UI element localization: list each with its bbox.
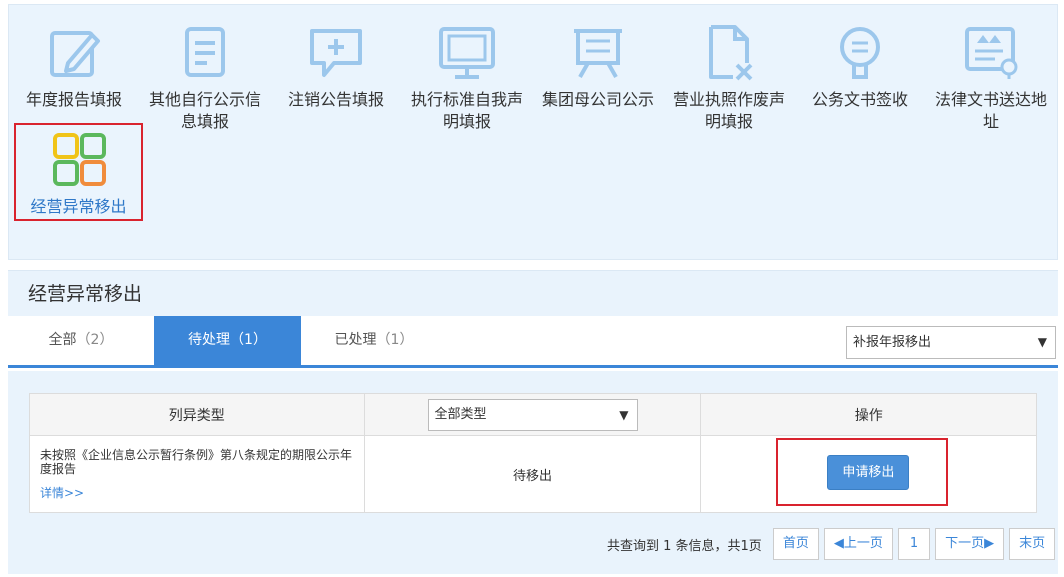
service-label: 执行标准自我声 明填报 [410, 90, 523, 131]
abnormal-list-table: 列异类型 全部类型 ▼ 操作 未按照《企业信息公示暂行条例》第八条规定的期限公示… [29, 393, 1037, 513]
service-cancellation-notice[interactable]: 注销公告填报 [271, 5, 401, 123]
first-page-button[interactable]: 首页 [772, 528, 819, 560]
page-number-button[interactable]: 1 [897, 528, 931, 560]
tab-count: （1） [230, 332, 267, 348]
dropdown-arrow-icon: ▼ [1037, 335, 1047, 349]
service-license-void-declaration[interactable]: 营业执照作废声 明填报 [664, 5, 794, 131]
tab-pending[interactable]: 待处理（1） [154, 316, 301, 365]
action-cell: 申请移出 [700, 435, 1037, 513]
service-label: 法律文书送达地 址 [934, 90, 1047, 131]
header-type: 列异类型 [29, 393, 365, 436]
monitor-icon [439, 27, 495, 79]
last-page-button[interactable]: 末页 [1009, 528, 1056, 560]
table-row: 未按照《企业信息公示暂行条例》第八条规定的期限公示年度报告 详情>> 待移出 申… [29, 435, 1037, 513]
tab-count: （2） [76, 332, 114, 348]
header-type-filter: 全部类型 ▼ [363, 393, 702, 436]
service-abnormal-removal[interactable]: 经营异常移出 [14, 123, 143, 221]
reason-text: 未按照《企业信息公示暂行条例》第八条规定的期限公示年度报告 [40, 448, 353, 476]
service-annual-report[interactable]: 年度报告填报 [9, 5, 139, 123]
tab-all[interactable]: 全部（2） [8, 316, 154, 365]
service-label: 经营异常移出 [30, 197, 127, 216]
service-label: 注销公告填报 [287, 90, 384, 109]
detail-link[interactable]: 详情>> [40, 486, 354, 500]
service-label: 其他自行公示信 息填报 [148, 90, 261, 131]
table-header-row: 列异类型 全部类型 ▼ 操作 [29, 393, 1037, 436]
chat-plus-icon [310, 29, 362, 77]
address-card-icon [965, 27, 1018, 79]
type-filter-select[interactable]: 全部类型 ▼ [427, 398, 638, 431]
service-document-receipt[interactable]: 公务文书签收 [795, 5, 925, 123]
service-other-disclosure[interactable]: 其他自行公示信 息填报 [140, 5, 270, 131]
easel-board-icon [574, 29, 622, 78]
service-standard-declaration[interactable]: 执行标准自我声 明填报 [402, 5, 532, 131]
removal-reason-select[interactable]: 补报年报移出 ▼ [846, 326, 1056, 359]
badge-icon [840, 27, 880, 79]
header-action: 操作 [700, 393, 1037, 436]
service-panel: 年度报告填报 其他自行公示信 息填报 注销公告填报 执行标准自我声 明填报 集团… [8, 4, 1058, 260]
tab-label: 全部 [48, 332, 77, 348]
select-value: 全部类型 [434, 406, 487, 422]
reason-cell: 未按照《企业信息公示暂行条例》第八条规定的期限公示年度报告 详情>> [29, 435, 365, 513]
service-group-parent-disclosure[interactable]: 集团母公司公示 [533, 5, 663, 123]
document-icon [185, 27, 225, 77]
apply-removal-button[interactable]: 申请移出 [827, 455, 910, 490]
select-value: 补报年报移出 [853, 335, 932, 350]
service-label: 集团母公司公示 [541, 90, 654, 109]
section-title: 经营异常移出 [8, 270, 1058, 316]
pagination: 共查询到 1 条信息，共1页 首页 ◀上一页 1 下一页▶ 末页 [607, 528, 1056, 560]
status-cell: 待移出 [363, 435, 702, 513]
prev-page-button[interactable]: ◀上一页 [823, 528, 893, 560]
service-label: 年度报告填报 [25, 90, 122, 109]
dropdown-arrow-icon: ▼ [619, 407, 629, 422]
file-cancel-icon [709, 25, 753, 81]
next-page-button[interactable]: 下一页▶ [935, 528, 1005, 560]
four-squares-icon [52, 133, 106, 186]
tab-processed[interactable]: 已处理（1） [301, 316, 447, 365]
service-label: 营业执照作废声 明填报 [672, 90, 785, 131]
tab-count: （1） [376, 332, 414, 348]
tab-label: 已处理 [334, 332, 377, 348]
service-label: 公务文书签收 [811, 90, 908, 109]
tab-label: 待处理 [188, 332, 231, 348]
pagination-summary: 共查询到 1 条信息，共1页 [607, 538, 762, 554]
service-legal-delivery-address[interactable]: 法律文书送达地 址 [926, 5, 1056, 131]
edit-report-icon [50, 31, 100, 77]
